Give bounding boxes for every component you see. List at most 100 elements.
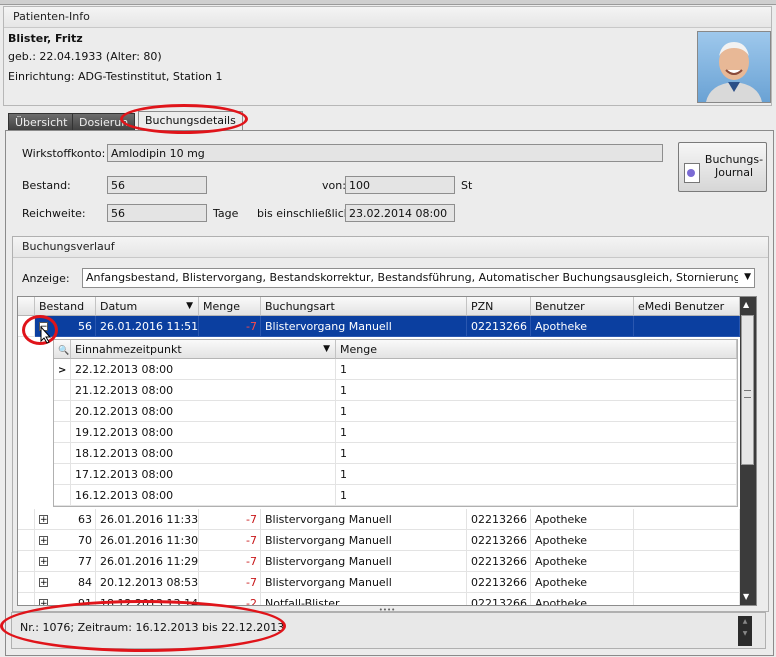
current-row-icon: > bbox=[58, 365, 67, 376]
mouse-cursor-icon bbox=[40, 325, 52, 347]
header-menge[interactable]: Menge bbox=[199, 297, 261, 316]
anzeige-label: Anzeige: bbox=[22, 272, 70, 285]
subrow-menge[interactable]: 1 bbox=[336, 443, 737, 464]
bestand-label: Bestand: bbox=[22, 179, 71, 192]
expand-icon[interactable]: + bbox=[39, 578, 48, 588]
cell-bestand-value: 63 bbox=[78, 513, 92, 526]
subrow-indicator bbox=[54, 422, 71, 443]
reichweite-field[interactable]: 56 bbox=[107, 204, 207, 222]
cell-benutzer: Apotheke bbox=[531, 593, 634, 605]
subrow-menge[interactable]: 1 bbox=[336, 380, 737, 401]
patient-facility: Einrichtung: ADG-Testinstitut, Station 1 bbox=[8, 70, 223, 83]
cell-datum: 26.01.2016 11:51 bbox=[96, 316, 199, 337]
subtable-search-icon[interactable]: 🔍 bbox=[54, 340, 71, 359]
cell-bestand-value: 70 bbox=[78, 534, 92, 547]
cell-emedi bbox=[634, 572, 740, 593]
sort-desc-icon: ▼ bbox=[186, 301, 193, 311]
subsort-desc-icon: ▼ bbox=[323, 344, 330, 354]
cell-buchungsart: Blistervorgang Manuell bbox=[261, 572, 467, 593]
cell-emedi bbox=[634, 530, 740, 551]
row-indicator bbox=[18, 509, 35, 530]
subrow-indicator bbox=[54, 380, 71, 401]
scrollbar-thumb[interactable] bbox=[741, 315, 754, 465]
subrow-einnahmezeitpunkt[interactable]: 19.12.2013 08:00 bbox=[71, 422, 336, 443]
subrow-menge[interactable]: 1 bbox=[336, 422, 737, 443]
cell-bestand: 56 bbox=[78, 320, 92, 333]
row-indicator-header bbox=[18, 297, 35, 316]
cell-pzn: 02213266 bbox=[467, 572, 531, 593]
cell-pzn: 02213266 bbox=[467, 593, 531, 605]
subheader-einnahmezeitpunkt[interactable]: Einnahmezeitpunkt ▼ bbox=[71, 340, 336, 359]
cell-buchungsart: Blistervorgang Manuell bbox=[261, 530, 467, 551]
von-field[interactable]: 100 bbox=[345, 176, 455, 194]
subrow-einnahmezeitpunkt[interactable]: 22.12.2013 08:00 bbox=[71, 359, 336, 380]
cell-menge: -7 bbox=[199, 551, 261, 572]
cell-menge: -7 bbox=[199, 530, 261, 551]
header-benutzer[interactable]: Benutzer bbox=[531, 297, 634, 316]
cell-datum: 20.12.2013 08:53 bbox=[96, 572, 199, 593]
scroll-down-icon[interactable]: ▼ bbox=[743, 592, 749, 601]
expand-icon[interactable]: + bbox=[39, 557, 48, 567]
cell-datum: 26.01.2016 11:33 bbox=[96, 509, 199, 530]
cell-emedi bbox=[634, 551, 740, 572]
header-datum[interactable]: Datum ▼ bbox=[96, 297, 199, 316]
subrow-indicator: > bbox=[54, 359, 71, 380]
subrow-menge[interactable]: 1 bbox=[336, 485, 737, 506]
expand-icon[interactable]: + bbox=[39, 536, 48, 546]
cell-benutzer: Apotheke bbox=[531, 509, 634, 530]
tab-uebersicht[interactable]: Übersicht bbox=[8, 113, 75, 131]
row-indicator bbox=[18, 530, 35, 551]
expand-icon[interactable]: + bbox=[39, 599, 48, 605]
row-indicator bbox=[18, 572, 35, 593]
annotation-oval-status bbox=[0, 600, 286, 652]
scroll-up-icon[interactable]: ▲ bbox=[743, 300, 749, 309]
subrow-einnahmezeitpunkt[interactable]: 18.12.2013 08:00 bbox=[71, 443, 336, 464]
subheader-menge[interactable]: Menge bbox=[336, 340, 737, 359]
status-scrollbar[interactable]: ▲ ▼ bbox=[738, 616, 752, 646]
cell-pzn: 02213266 bbox=[467, 509, 531, 530]
cell-bestand: +84 bbox=[35, 572, 96, 593]
vertical-scrollbar[interactable]: ▲ ▼ bbox=[740, 297, 756, 605]
cell-benutzer: Apotheke bbox=[531, 316, 634, 337]
bis-field[interactable]: 23.02.2014 08:00 bbox=[345, 204, 455, 222]
patient-birth: geb.: 22.04.1933 (Alter: 80) bbox=[8, 50, 162, 63]
cell-pzn: 02213266 bbox=[467, 551, 531, 572]
expand-icon[interactable]: + bbox=[39, 515, 48, 525]
subrow-einnahmezeitpunkt[interactable]: 17.12.2013 08:00 bbox=[71, 464, 336, 485]
patient-name: Blister, Fritz bbox=[8, 32, 83, 45]
subrow-menge[interactable]: 1 bbox=[336, 401, 737, 422]
cell-benutzer: Apotheke bbox=[531, 572, 634, 593]
subrow-einnahmezeitpunkt[interactable]: 20.12.2013 08:00 bbox=[71, 401, 336, 422]
von-label: von: bbox=[322, 179, 346, 192]
cell-buchungsart: Blistervorgang Manuell bbox=[261, 551, 467, 572]
patient-info-group: Patienten-Info Blister, Fritz geb.: 22.0… bbox=[3, 6, 772, 106]
anzeige-dropdown[interactable]: Anfangsbestand, Blistervorgang, Bestands… bbox=[82, 268, 755, 288]
header-buchungsart[interactable]: Buchungsart bbox=[261, 297, 467, 316]
wirkstoff-field[interactable]: Amlodipin 10 mg bbox=[107, 144, 663, 162]
subrow-indicator bbox=[54, 443, 71, 464]
cell-benutzer: Apotheke bbox=[531, 530, 634, 551]
dropdown-arrow-icon: ▼ bbox=[744, 272, 751, 282]
einnahme-subtable: 🔍 Einnahmezeitpunkt ▼ Menge >22.12.2013 … bbox=[53, 339, 738, 507]
cell-bestand-value: 84 bbox=[78, 576, 92, 589]
subrow-einnahmezeitpunkt[interactable]: 21.12.2013 08:00 bbox=[71, 380, 336, 401]
patient-info-title: Patienten-Info bbox=[4, 7, 771, 28]
header-datum-label: Datum bbox=[100, 300, 138, 313]
cell-emedi bbox=[634, 509, 740, 530]
cell-bestand-value: 77 bbox=[78, 555, 92, 568]
subrow-indicator bbox=[54, 464, 71, 485]
subrow-menge[interactable]: 1 bbox=[336, 359, 737, 380]
journal-button-label: Buchungs- Journal bbox=[704, 153, 764, 179]
header-pzn[interactable]: PZN bbox=[467, 297, 531, 316]
bestand-field[interactable]: 56 bbox=[107, 176, 207, 194]
header-emedi[interactable]: eMedi Benutzer bbox=[634, 297, 740, 316]
buchungen-table: Bestand Datum ▼ Menge Buchungsart PZN Be… bbox=[17, 296, 757, 606]
subheader-einnahmezeitpunkt-label: Einnahmezeitpunkt bbox=[75, 343, 182, 356]
cell-datum: 26.01.2016 11:29 bbox=[96, 551, 199, 572]
buchungs-journal-button[interactable]: Buchungs- Journal bbox=[678, 142, 767, 192]
header-bestand[interactable]: Bestand bbox=[35, 297, 96, 316]
cell-bestand: +77 bbox=[35, 551, 96, 572]
subrow-menge[interactable]: 1 bbox=[336, 464, 737, 485]
subrow-einnahmezeitpunkt[interactable]: 16.12.2013 08:00 bbox=[71, 485, 336, 506]
cell-emedi bbox=[634, 316, 740, 337]
